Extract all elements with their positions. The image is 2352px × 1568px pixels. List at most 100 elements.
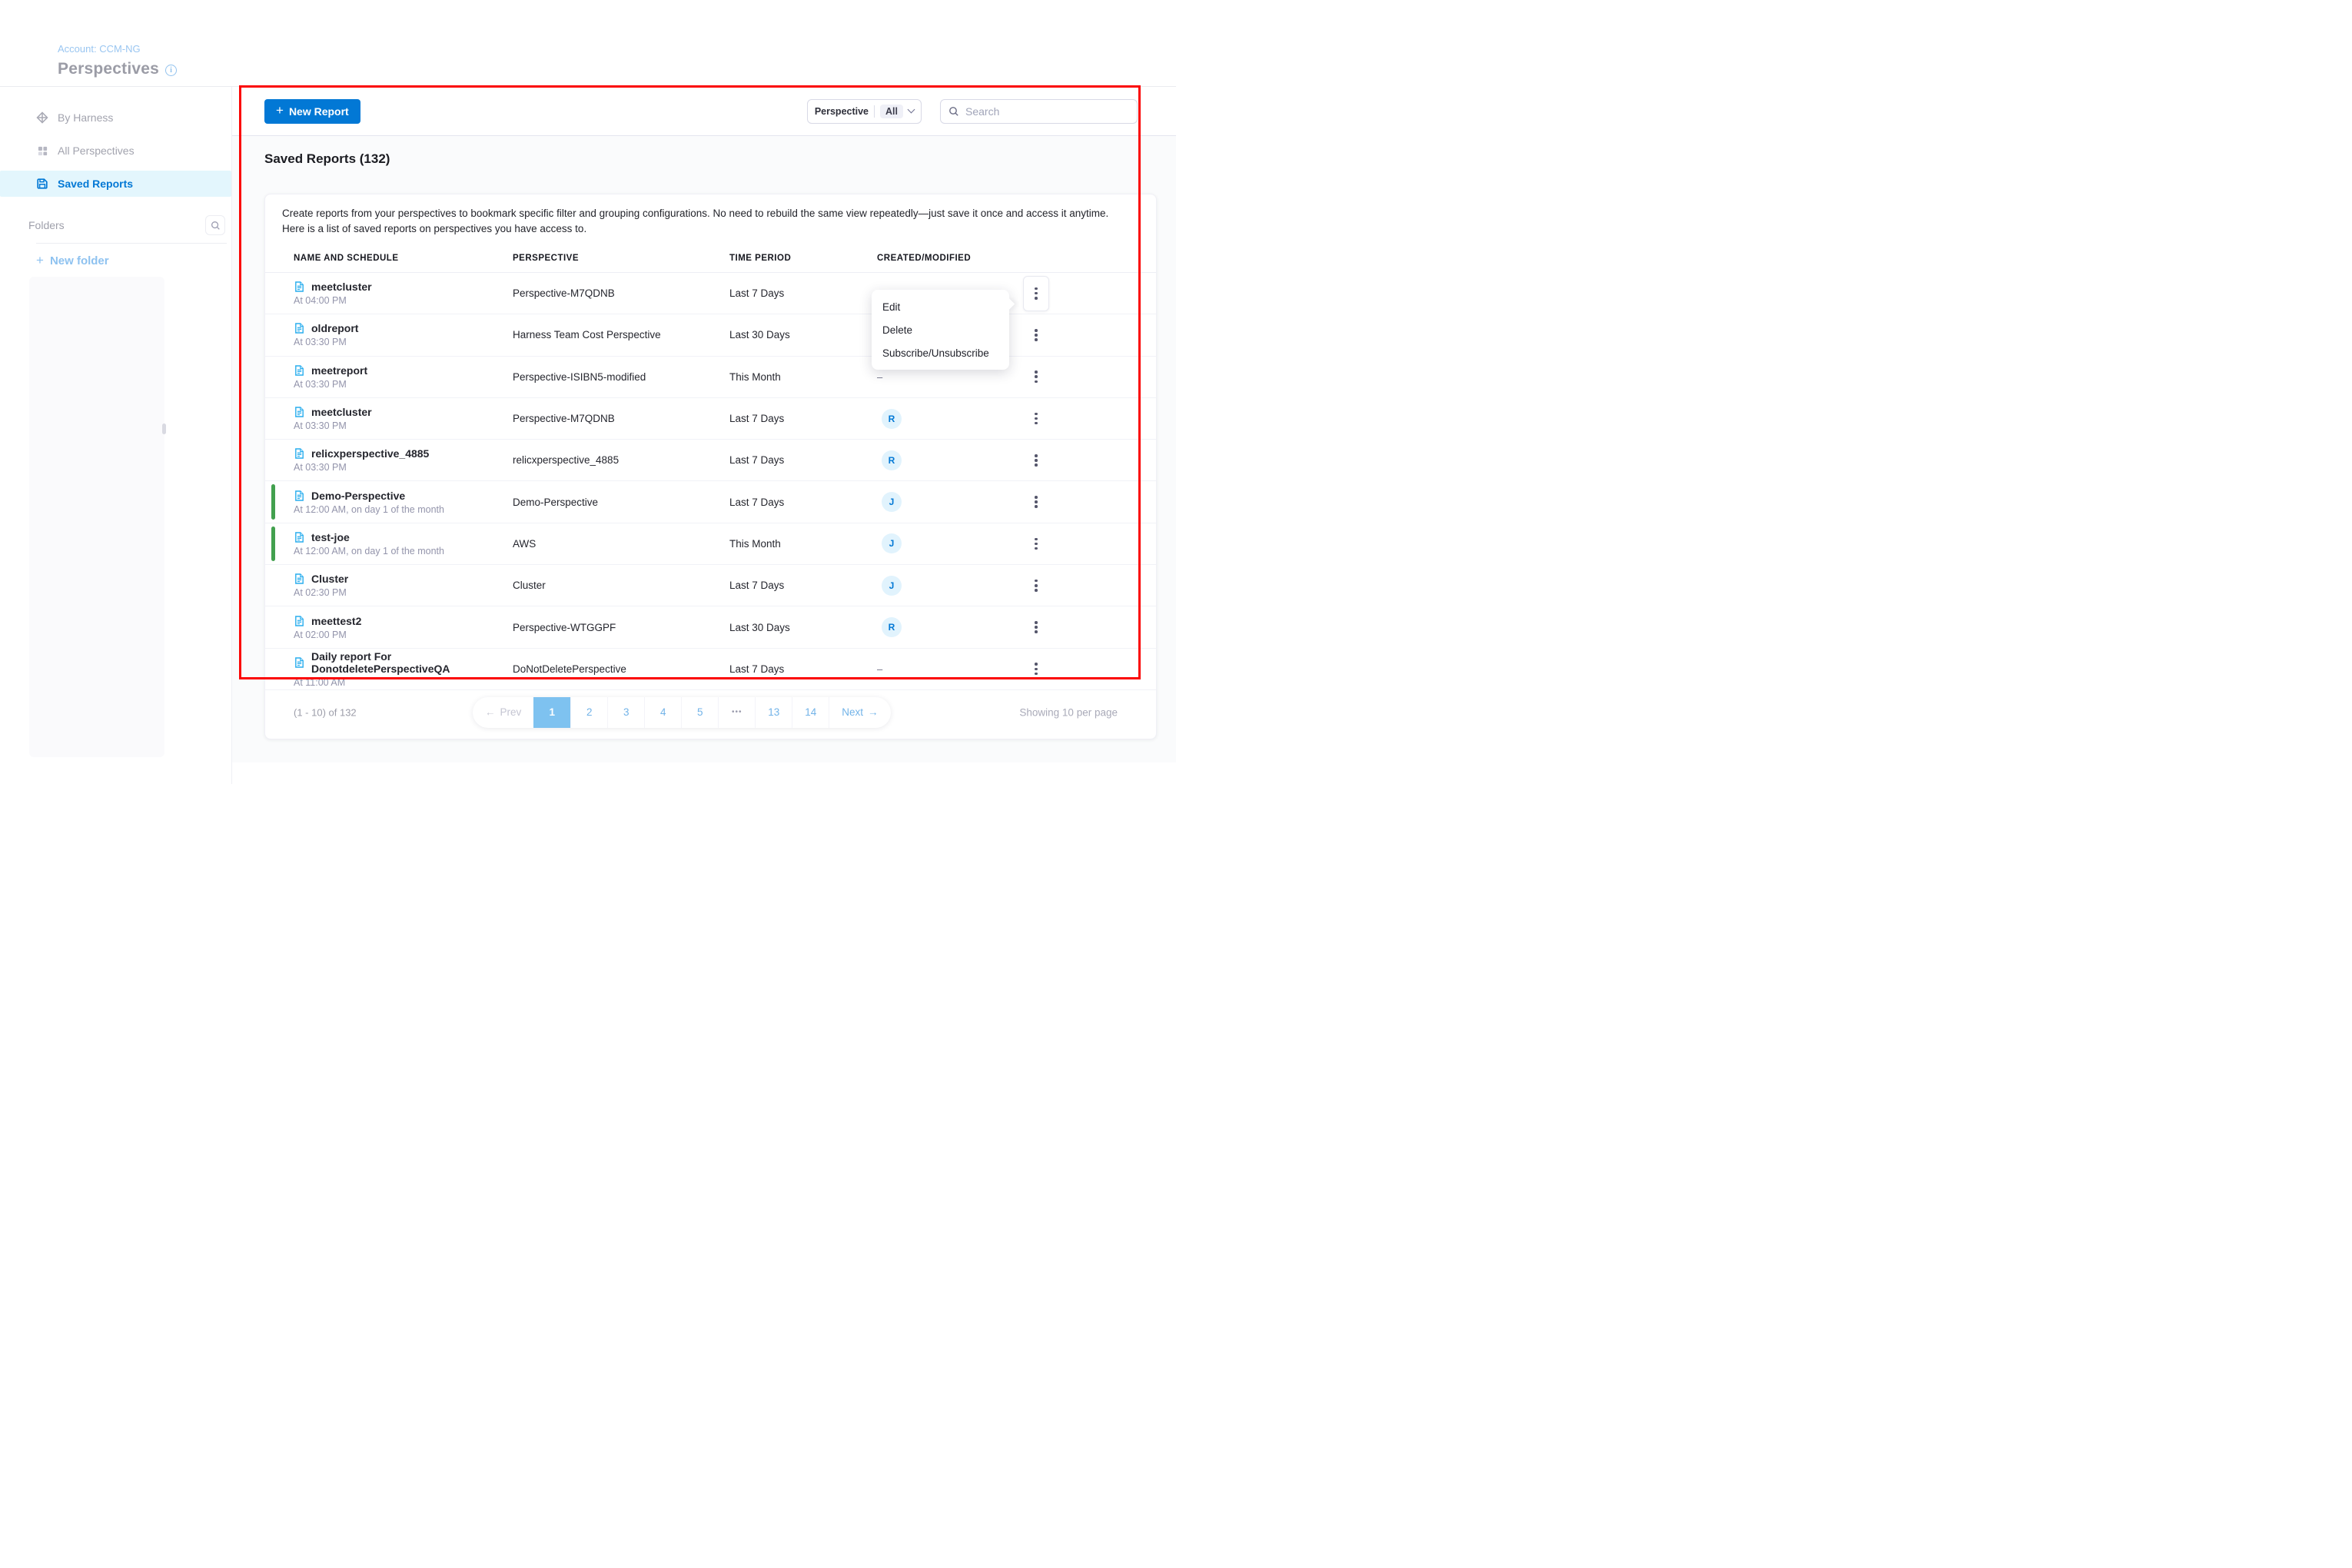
table-row[interactable]: meetcluster At 04:00 PM Perspective-M7QD…: [265, 273, 1156, 314]
report-file-icon: [294, 281, 305, 293]
folder-search-button[interactable]: [205, 215, 225, 235]
row-actions-kebab[interactable]: [1023, 317, 1049, 353]
table-row[interactable]: Demo-Perspective At 12:00 AM, on day 1 o…: [265, 481, 1156, 523]
report-file-icon: [294, 490, 305, 502]
report-file-icon: [294, 656, 305, 669]
report-name[interactable]: Demo-Perspective: [311, 490, 405, 502]
pager-pages: 12345•••1314: [533, 697, 829, 728]
new-report-button[interactable]: + New Report: [264, 99, 360, 124]
report-schedule: At 11:00 AM: [294, 677, 513, 688]
folders-label: Folders: [28, 219, 205, 231]
report-name[interactable]: meettest2: [311, 615, 361, 627]
report-schedule: At 12:00 AM, on day 1 of the month: [294, 546, 513, 556]
row-actions-kebab[interactable]: [1023, 651, 1049, 686]
next-page-button[interactable]: Next →: [829, 697, 890, 728]
report-name[interactable]: oldreport: [311, 322, 358, 334]
page-button-1[interactable]: 1: [533, 697, 570, 728]
page-button-4[interactable]: 4: [644, 697, 681, 728]
report-name[interactable]: meetreport: [311, 364, 367, 377]
report-perspective: Perspective-M7QDNB: [513, 413, 729, 424]
row-actions-kebab[interactable]: [1023, 276, 1049, 311]
report-name[interactable]: relicxperspective_4885: [311, 447, 429, 460]
column-header-created-modified: CREATED/MODIFIED: [877, 254, 1012, 263]
new-folder-button[interactable]: + New folder: [36, 253, 231, 268]
page-button-5[interactable]: 5: [681, 697, 718, 728]
report-perspective: Perspective-ISIBN5-modified: [513, 371, 729, 383]
row-actions-kebab[interactable]: [1023, 568, 1049, 603]
info-icon[interactable]: i: [165, 65, 177, 76]
account-breadcrumb[interactable]: Account: CCM-NG: [58, 43, 141, 55]
floppy-save-icon: [36, 178, 48, 190]
main-area: + New Report Perspective All Saved Repor…: [232, 87, 1176, 784]
pager-ellipsis[interactable]: •••: [718, 697, 755, 728]
report-highlight-bar: [271, 527, 275, 561]
report-schedule: At 04:00 PM: [294, 295, 513, 306]
search-field[interactable]: [940, 99, 1138, 124]
table-row[interactable]: test-joe At 12:00 AM, on day 1 of the mo…: [265, 523, 1156, 565]
creator-avatar: R: [882, 450, 902, 470]
created-empty-dash: –: [877, 371, 882, 383]
report-schedule: At 12:00 AM, on day 1 of the month: [294, 504, 513, 515]
report-schedule: At 03:30 PM: [294, 462, 513, 473]
sidebar-item-saved-reports[interactable]: Saved Reports: [0, 171, 231, 197]
report-time-period: This Month: [729, 371, 877, 383]
prev-page-button[interactable]: ← Prev: [473, 697, 533, 728]
pagination-range: (1 - 10) of 132: [294, 706, 357, 718]
row-actions-kebab[interactable]: [1023, 610, 1049, 645]
table-row[interactable]: meetreport At 03:30 PM Perspective-ISIBN…: [265, 357, 1156, 398]
perspective-filter-dropdown[interactable]: Perspective All: [807, 99, 922, 124]
row-actions-kebab[interactable]: [1023, 359, 1049, 394]
report-perspective: Cluster: [513, 580, 729, 591]
report-time-period: Last 7 Days: [729, 580, 877, 591]
report-file-icon: [294, 447, 305, 460]
report-time-period: Last 7 Days: [729, 663, 877, 675]
harness-diamond-icon: [36, 111, 48, 124]
table-row[interactable]: oldreport At 03:30 PM Harness Team Cost …: [265, 314, 1156, 356]
table-row[interactable]: meettest2 At 02:00 PM Perspective-WTGGPF…: [265, 606, 1156, 648]
sidebar-item-by-harness[interactable]: By Harness: [0, 105, 231, 131]
table-row[interactable]: Daily report For DonotdeletePerspectiveQ…: [265, 649, 1156, 690]
report-name[interactable]: meetcluster: [311, 406, 372, 418]
page-button-13[interactable]: 13: [755, 697, 792, 728]
row-actions-kebab[interactable]: [1023, 443, 1049, 478]
report-schedule: At 03:30 PM: [294, 379, 513, 390]
report-schedule: At 02:00 PM: [294, 630, 513, 640]
page-button-3[interactable]: 3: [607, 697, 644, 728]
menu-item-delete[interactable]: Delete: [872, 318, 1009, 341]
card-description: Create reports from your perspectives to…: [265, 194, 1141, 241]
table-row[interactable]: meetcluster At 03:30 PM Perspective-M7QD…: [265, 398, 1156, 440]
page-button-14[interactable]: 14: [792, 697, 829, 728]
report-time-period: Last 7 Days: [729, 454, 877, 466]
report-created-modified: J: [877, 533, 1012, 553]
row-actions-kebab[interactable]: [1023, 401, 1049, 437]
menu-item-edit[interactable]: Edit: [872, 295, 1009, 318]
sidebar-scroll-thumb[interactable]: [162, 424, 166, 434]
report-perspective: Demo-Perspective: [513, 497, 729, 508]
report-file-icon: [294, 322, 305, 334]
pagination-bar: (1 - 10) of 132 ← Prev 12345•••1314 Next…: [265, 690, 1156, 735]
page-title: Perspectives: [58, 60, 159, 78]
sidebar-item-all-perspectives[interactable]: All Perspectives: [0, 138, 231, 164]
saved-reports-heading: Saved Reports (132): [264, 151, 390, 167]
report-perspective: AWS: [513, 538, 729, 550]
table-row[interactable]: Cluster At 02:30 PM Cluster Last 7 Days …: [265, 565, 1156, 606]
search-input[interactable]: [965, 105, 1129, 118]
report-file-icon: [294, 615, 305, 627]
creator-avatar: J: [882, 576, 902, 596]
perspectives-page: Account: CCM-NG Perspectives i By Harnes…: [0, 0, 1176, 784]
menu-item-subscribe[interactable]: Subscribe/Unsubscribe: [872, 341, 1009, 364]
page-button-2[interactable]: 2: [570, 697, 607, 728]
report-created-modified: J: [877, 576, 1012, 596]
report-name[interactable]: Daily report For DonotdeletePerspectiveQ…: [311, 650, 513, 675]
row-context-menu: Edit Delete Subscribe/Unsubscribe: [872, 290, 1009, 370]
saved-reports-card: Create reports from your perspectives to…: [264, 194, 1157, 739]
row-actions-kebab[interactable]: [1023, 526, 1049, 561]
report-time-period: Last 7 Days: [729, 287, 877, 299]
search-icon: [211, 221, 221, 231]
report-name[interactable]: meetcluster: [311, 281, 372, 293]
table-row[interactable]: relicxperspective_4885 At 03:30 PM relic…: [265, 440, 1156, 481]
content-area: Saved Reports (132) Create reports from …: [232, 136, 1176, 762]
report-name[interactable]: Cluster: [311, 573, 348, 585]
report-name[interactable]: test-joe: [311, 531, 350, 543]
row-actions-kebab[interactable]: [1023, 484, 1049, 520]
